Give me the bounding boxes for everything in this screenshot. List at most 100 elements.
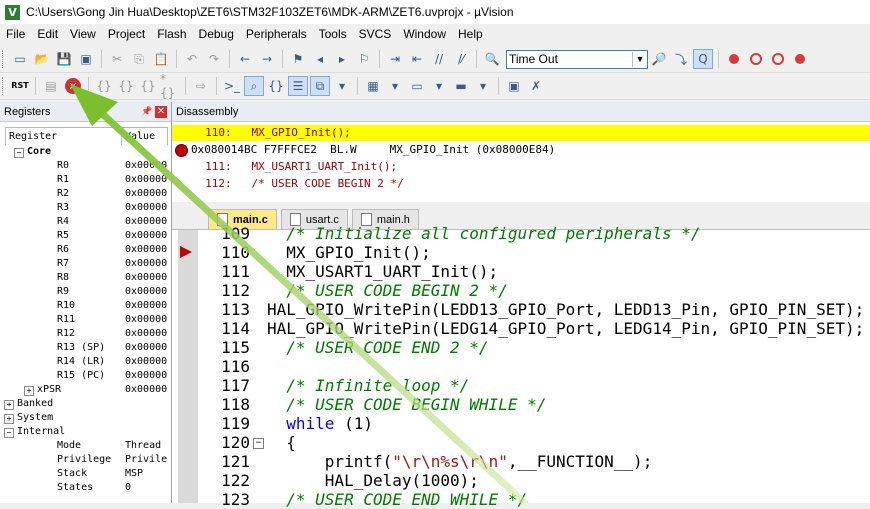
register-row[interactable]: Privilege Privile [0, 453, 171, 467]
stop-icon[interactable]: ✕ [63, 76, 83, 96]
toolbox-icon[interactable]: ▾ [473, 76, 493, 96]
code-area[interactable]: 109 /* Initialize all configured periphe… [172, 224, 870, 509]
copy-icon[interactable]: ⎘ [129, 49, 149, 69]
find-combo-box[interactable]: Time Out ▼ [506, 49, 648, 69]
fold-icon[interactable]: − [253, 438, 264, 449]
step-out-icon[interactable]: {} [138, 76, 158, 96]
disassembly-line[interactable]: 110: MX_GPIO_Init(); [172, 125, 870, 141]
register-row[interactable]: R12 0x00000 [0, 327, 171, 341]
menu-file[interactable]: File [0, 27, 31, 41]
cut-icon[interactable]: ✂ [107, 49, 127, 69]
comment-icon[interactable]: // [429, 49, 449, 69]
menu-edit[interactable]: Edit [31, 27, 64, 41]
register-row[interactable]: R10 0x00000 [0, 299, 171, 313]
memory-window-icon[interactable]: ▦ [363, 76, 383, 96]
register-row[interactable]: + System [0, 411, 171, 425]
reset-icon[interactable]: RST [10, 76, 30, 96]
register-row[interactable]: − Core [0, 145, 171, 159]
run-icon[interactable]: ▤ [41, 76, 61, 96]
tools-icon[interactable]: ✗ [526, 76, 546, 96]
analysis-window-icon[interactable]: ▭ [407, 76, 427, 96]
code-line[interactable]: 120 {− [172, 433, 870, 452]
menu-debug[interactable]: Debug [193, 27, 240, 41]
collapse-icon[interactable]: − [14, 148, 24, 158]
expand-icon[interactable]: + [24, 386, 34, 396]
save-icon[interactable]: 💾 [54, 49, 74, 69]
disassembly-window-icon[interactable]: ⌕ [244, 76, 264, 96]
symbols-window-icon[interactable]: {} [266, 76, 286, 96]
code-line[interactable]: 123 /* USER CODE END WHILE */ [172, 490, 870, 509]
insert-breakpoint-icon[interactable] [724, 49, 744, 69]
chip-icon[interactable]: ▣ [504, 76, 524, 96]
expand-icon[interactable]: + [4, 414, 14, 424]
find-icon[interactable]: 🔎 [649, 49, 669, 69]
menu-tools[interactable]: Tools [313, 27, 353, 41]
disable-breakpoints-icon[interactable] [768, 49, 788, 69]
new-file-icon[interactable]: ▭ [10, 49, 30, 69]
register-row[interactable]: + Banked [0, 397, 171, 411]
register-row[interactable]: + xPSR 0x00000 [0, 383, 171, 397]
register-row[interactable]: R0 0x00000 [0, 159, 171, 173]
find-combo-value[interactable]: Time Out [507, 52, 632, 66]
breakpoint-icon[interactable] [175, 144, 188, 157]
code-line[interactable]: 121 printf("\r\n%s\r\n",__FUNCTION__); [172, 452, 870, 471]
run-to-cursor-icon[interactable]: *{} [160, 72, 180, 100]
register-row[interactable]: Mode Thread [0, 439, 171, 453]
unindent-icon[interactable]: ⇤ [407, 49, 427, 69]
debug-session-icon[interactable]: Q [693, 49, 713, 69]
toolbar-grip[interactable] [2, 77, 6, 95]
register-row[interactable]: − Internal [0, 425, 171, 439]
code-line[interactable]: 116 [172, 357, 870, 376]
uncomment-icon[interactable]: /⁄ [451, 49, 471, 69]
step-over-icon[interactable]: {} [116, 76, 136, 96]
code-line[interactable]: 109 /* Initialize all configured periphe… [172, 224, 870, 243]
col-value[interactable]: Value [122, 128, 155, 145]
clear-bookmarks-icon[interactable]: ⚐ [354, 49, 374, 69]
code-line[interactable]: 119 while (1) [172, 414, 870, 433]
incremental-find-icon[interactable]: ⤵ [671, 49, 691, 69]
open-folder-icon[interactable]: 📂 [32, 49, 52, 69]
menu-svcs[interactable]: SVCS [353, 27, 398, 41]
nav-forward-icon[interactable]: → [257, 49, 277, 69]
register-row[interactable]: R6 0x00000 [0, 243, 171, 257]
register-row[interactable]: R15 (PC) 0x00000 [0, 369, 171, 383]
step-into-icon[interactable]: {} [94, 76, 114, 96]
register-row[interactable]: R13 (SP) 0x00000 [0, 341, 171, 355]
code-line[interactable]: 114 HAL_GPIO_WritePin(LEDG14_GPIO_Port, L… [172, 319, 870, 338]
menu-view[interactable]: View [64, 27, 102, 41]
redo-icon[interactable]: ↷ [204, 49, 224, 69]
serial-window-icon[interactable]: ▾ [385, 76, 405, 96]
menu-peripherals[interactable]: Peripherals [240, 27, 313, 41]
pin-icon[interactable]: 📌 [141, 106, 153, 117]
register-row[interactable]: R9 0x00000 [0, 285, 171, 299]
register-row[interactable]: R11 0x00000 [0, 313, 171, 327]
call-stack-window-icon[interactable]: ⧉ [310, 76, 330, 96]
chevron-down-icon[interactable]: ▼ [632, 51, 647, 67]
paste-icon[interactable]: 📋 [151, 49, 171, 69]
register-row[interactable]: Stack MSP [0, 467, 171, 481]
show-next-statement-icon[interactable]: ⇨ [191, 76, 211, 96]
register-row[interactable]: R7 0x00000 [0, 257, 171, 271]
collapse-icon[interactable]: − [4, 428, 14, 438]
code-line[interactable]: 113 HAL_GPIO_WritePin(LEDD13_GPIO_Port, L… [172, 300, 870, 319]
code-line[interactable]: 111 MX_USART1_UART_Init(); [172, 262, 870, 281]
kill-breakpoints-icon[interactable] [790, 49, 810, 69]
next-bookmark-icon[interactable]: ▸ [332, 49, 352, 69]
register-row[interactable]: R14 (LR) 0x00000 [0, 355, 171, 369]
register-row[interactable]: R4 0x00000 [0, 215, 171, 229]
find-in-files-icon[interactable]: 🔍 [482, 49, 502, 69]
code-line[interactable]: 122 HAL_Delay(1000); [172, 471, 870, 490]
close-icon[interactable]: ✕ [155, 105, 167, 118]
menu-help[interactable]: Help [452, 27, 489, 41]
disassembly-line[interactable]: 112: /* USER CODE BEGIN 2 */ [172, 176, 870, 192]
enable-breakpoint-icon[interactable] [746, 49, 766, 69]
register-row[interactable]: States 0 [0, 481, 171, 495]
menu-window[interactable]: Window [397, 27, 452, 41]
col-register[interactable]: Register [6, 128, 122, 145]
disassembly-line[interactable]: 111: MX_USART1_UART_Init(); [172, 159, 870, 175]
indent-icon[interactable]: ⇥ [385, 49, 405, 69]
code-line[interactable]: 115 /* USER CODE END 2 */ [172, 338, 870, 357]
nav-back-icon[interactable]: ← [235, 49, 255, 69]
register-row[interactable]: R2 0x00000 [0, 187, 171, 201]
menu-project[interactable]: Project [102, 27, 151, 41]
